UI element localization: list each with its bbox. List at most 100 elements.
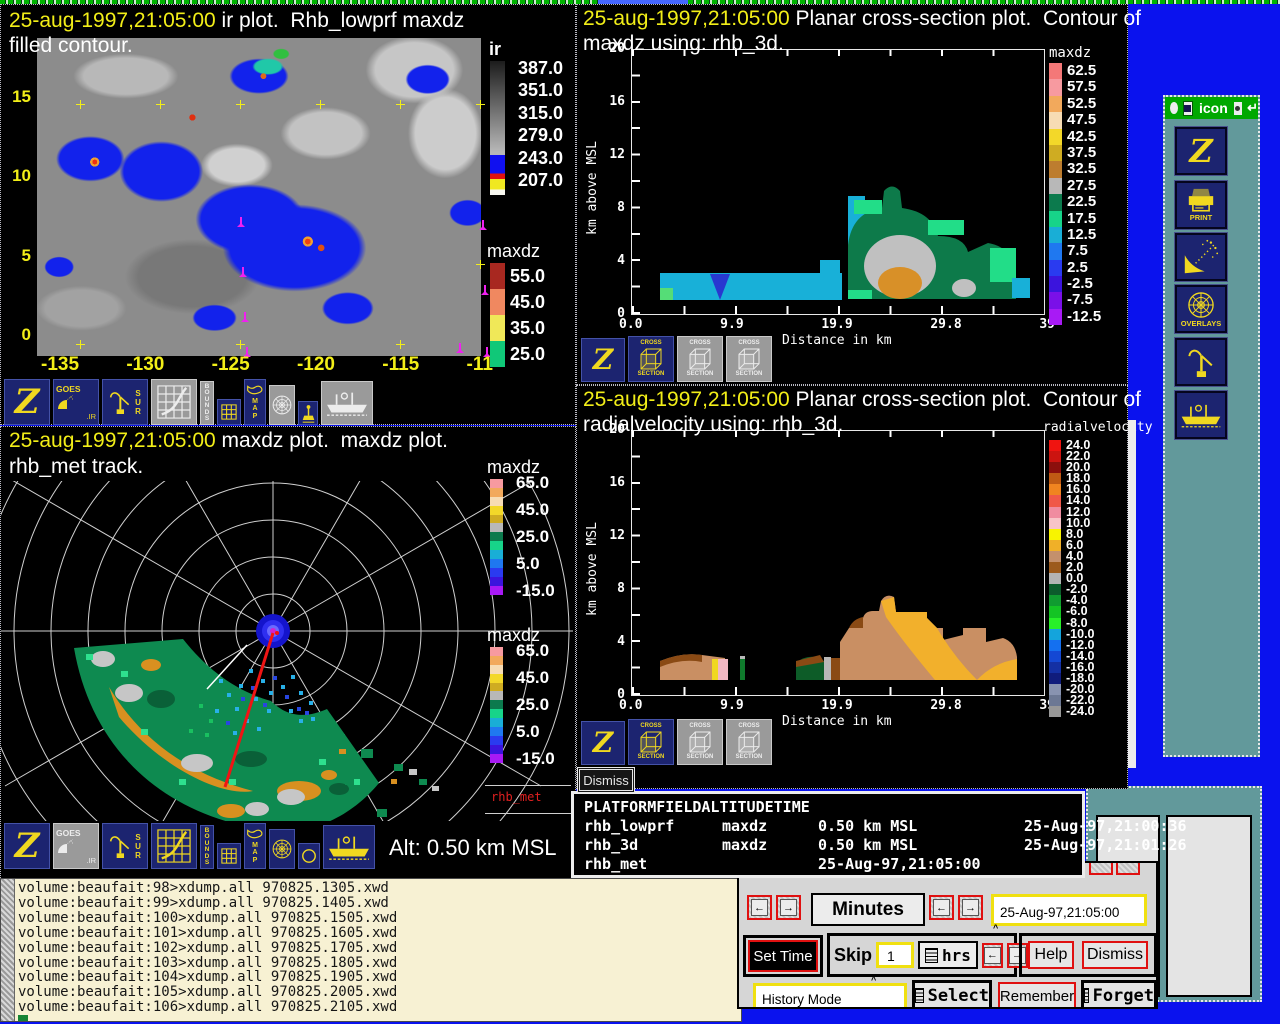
forget-button[interactable]: Forget: [1081, 980, 1156, 1007]
step-forward-button[interactable]: →: [776, 895, 801, 920]
skip-label: Skip: [834, 944, 873, 965]
colorbar-entry: [490, 709, 503, 719]
cube-icon: [737, 347, 761, 371]
zeb-logo-button[interactable]: Z: [4, 379, 50, 425]
titlebar-return-icon[interactable]: ↵: [1247, 100, 1258, 116]
ship-button[interactable]: [323, 825, 375, 869]
overlays-button[interactable]: OVERLAYS: [1174, 284, 1228, 334]
map-button[interactable]: MAP: [244, 379, 266, 425]
buoy-button[interactable]: [298, 401, 318, 425]
colorbar-tick: 65.0: [516, 473, 550, 492]
goes-ir-button[interactable]: GOES .IR: [53, 379, 99, 425]
window-edge-highlight: [1128, 420, 1136, 768]
bounds-button[interactable]: BOUNDS: [200, 381, 214, 425]
colorbar-tick: -12.5: [1067, 307, 1102, 325]
menu-icon: [925, 947, 939, 963]
ppi-display[interactable]: [1, 481, 573, 821]
ppi-colorbar-1-ticks: 65.0 45.0 25.0 5.0 -15.0: [511, 473, 555, 601]
platform-dismiss-button[interactable]: Dismiss: [577, 767, 635, 793]
history-mode-input[interactable]: [753, 983, 907, 1007]
cell-platform: rhb_3d: [584, 836, 639, 854]
dismiss-button[interactable]: Dismiss: [1082, 941, 1148, 969]
cross-section-button-2[interactable]: CROSS SECTION: [677, 719, 723, 765]
step-back-button[interactable]: ←: [747, 895, 772, 920]
ship-button[interactable]: [1174, 390, 1228, 440]
zeb-logo-button[interactable]: Z: [1174, 126, 1228, 176]
cross-section-button-3[interactable]: CROSS SECTION: [726, 719, 772, 765]
minutes-back-button[interactable]: ←: [929, 895, 954, 920]
titlebar-menu-icon[interactable]: [1182, 100, 1193, 116]
minutes-forward-button[interactable]: →: [958, 895, 983, 920]
overlay-wheel-button[interactable]: [269, 385, 295, 425]
cross-section-button-2[interactable]: CROSS SECTION: [677, 336, 723, 382]
time-input[interactable]: [991, 894, 1147, 926]
set-time-button[interactable]: Set Time: [748, 940, 818, 972]
small-grid-button[interactable]: [217, 843, 241, 869]
wheel-icon: [271, 838, 293, 860]
color-swatch: [490, 532, 503, 542]
minutes-button[interactable]: Minutes: [811, 893, 925, 926]
x-tick: 29.8: [930, 698, 962, 713]
color-swatch: [1049, 495, 1061, 507]
color-swatch: [1049, 63, 1062, 80]
zeb-logo-button[interactable]: Z: [581, 721, 625, 765]
hrs-menu-button[interactable]: hrs: [918, 941, 978, 969]
select-button[interactable]: Select: [912, 980, 992, 1007]
icon-panel-titlebar[interactable]: icon ↵: [1165, 97, 1258, 119]
small-grid-button[interactable]: [217, 399, 241, 425]
zeb-logo-button[interactable]: Z: [4, 823, 50, 869]
y-axis-label: km above MSL: [585, 522, 600, 616]
ir-colorbar-label: ir: [489, 39, 502, 59]
color-swatch: [490, 709, 503, 719]
window-subtitle: radialvelocity using: rhb_3d.: [583, 413, 844, 436]
cell-field: maxdz: [722, 836, 768, 854]
clipped-button[interactable]: [1116, 863, 1140, 875]
titlebar-circle-icon[interactable]: [1170, 102, 1178, 114]
ship-button[interactable]: [321, 381, 373, 425]
color-swatch: [490, 727, 503, 736]
xsec-rv-plot[interactable]: [631, 430, 1045, 696]
titlebar-dot-icon[interactable]: [1233, 101, 1243, 115]
terminal-window[interactable]: volume:beaufait:98>xdump.all 970825.1305…: [0, 878, 742, 1022]
skip-input[interactable]: [876, 942, 915, 968]
surveillance-button[interactable]: SUR: [102, 379, 148, 425]
color-swatch: [1049, 595, 1061, 607]
cross-section-button-1[interactable]: CROSS SECTION: [628, 719, 674, 765]
circle-button[interactable]: [298, 843, 320, 869]
x-tick: -115: [382, 354, 420, 375]
zeb-logo-button[interactable]: Z: [581, 338, 625, 382]
xsec-maxdz-plot[interactable]: [631, 49, 1045, 315]
satellite-dish-icon: [56, 838, 74, 856]
remember-button[interactable]: Remember: [998, 982, 1076, 1007]
platform-table-row: rhb_lowprf maxdz 0.50 km MSL 25-Aug-97,21:0…: [584, 817, 1187, 836]
clipped-button[interactable]: [1089, 863, 1113, 875]
colorbar-tick: -2.5: [1067, 275, 1093, 293]
beam-tool-button[interactable]: [1174, 232, 1228, 282]
grid-radar-button[interactable]: [151, 823, 197, 869]
goes-ir-button[interactable]: GOES .IR: [53, 823, 99, 869]
help-button[interactable]: Help: [1028, 941, 1074, 969]
colorbar-tick: 7.5: [1067, 242, 1088, 260]
colorbar-entry: [490, 673, 503, 683]
set-time-frame: Set Time: [743, 935, 823, 977]
cross-section-button-1[interactable]: CROSS SECTION: [628, 336, 674, 382]
satellite-ir-image[interactable]: [37, 38, 485, 356]
color-swatch: [1049, 226, 1062, 244]
skip-back-button[interactable]: ←: [981, 942, 1003, 968]
surveillance-button[interactable]: SUR: [102, 823, 148, 869]
bounds-button[interactable]: BOUNDS: [200, 825, 214, 869]
print-button[interactable]: PRINT: [1174, 180, 1228, 230]
ppi-colorbar-2: [490, 647, 503, 763]
cube-icon: [688, 730, 712, 754]
overlay-wheel-button[interactable]: [269, 829, 295, 869]
color-swatch: [1049, 528, 1061, 540]
map-button[interactable]: MAP: [244, 823, 266, 869]
caret-mark: ^: [755, 1006, 760, 1007]
circle-icon: [301, 848, 317, 864]
grid-radar-button[interactable]: [151, 379, 197, 425]
cross-section-button-3[interactable]: CROSS SECTION: [726, 336, 772, 382]
radar-antenna-button[interactable]: [1174, 337, 1228, 387]
icon-panel-window: icon ↵ Z PRINT OVERLAYS: [1163, 95, 1260, 757]
terminal-scrollbar[interactable]: [1, 879, 15, 1021]
color-swatch: [1049, 562, 1061, 574]
